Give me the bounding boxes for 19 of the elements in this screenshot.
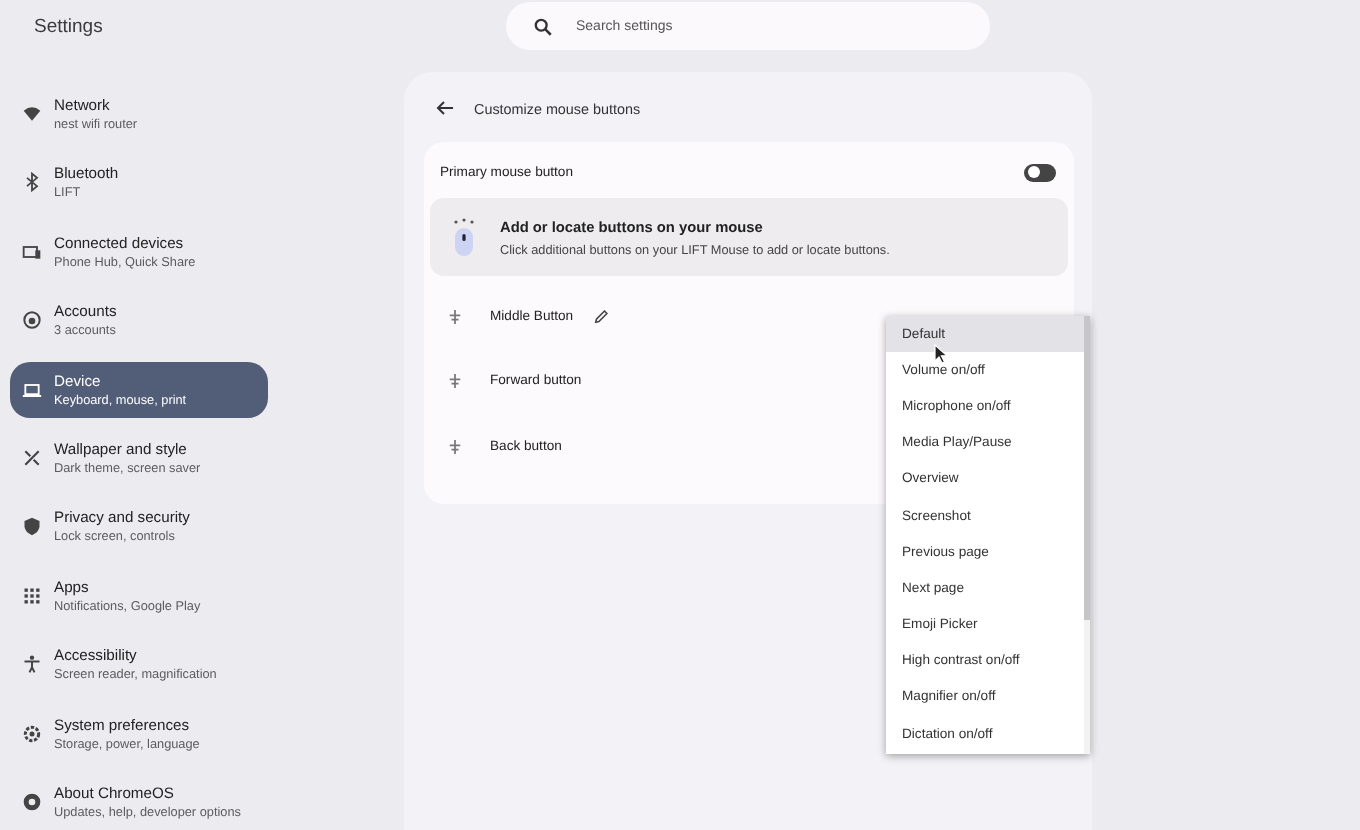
mouse-button-icon: [448, 439, 462, 454]
app-title: Settings: [34, 16, 105, 38]
scrollbar[interactable]: [1084, 316, 1090, 754]
person-icon: [22, 654, 42, 675]
toggle-switch[interactable]: [1024, 163, 1056, 181]
shield-icon: [22, 516, 42, 537]
apps-grid-icon: [22, 585, 42, 606]
wifi-icon: [22, 104, 42, 124]
mouse-cursor-icon: [934, 344, 948, 364]
mouse-icon: [452, 217, 476, 257]
laptop-icon: [22, 379, 42, 400]
devices-icon: [22, 241, 42, 262]
pencil-icon[interactable]: [593, 309, 608, 324]
bluetooth-icon: [22, 172, 42, 193]
mouse-button-icon: [448, 374, 462, 389]
back-arrow-icon[interactable]: [436, 100, 454, 116]
account-icon: [22, 310, 42, 331]
search-icon: [534, 17, 552, 35]
mouse-button-icon: [448, 309, 462, 324]
